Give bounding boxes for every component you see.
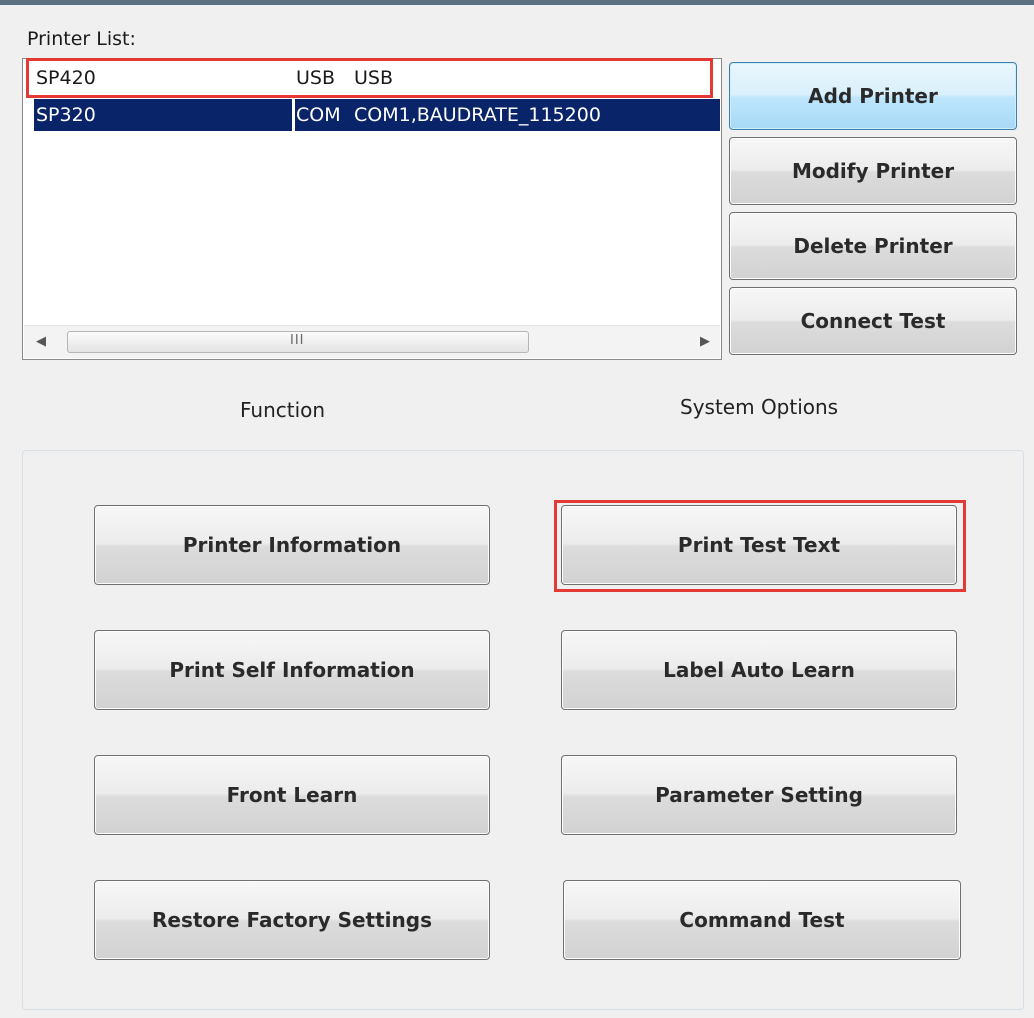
function-caption: Function — [240, 398, 326, 422]
column-separator — [292, 99, 295, 131]
printer-row-sp320[interactable]: SP320 COM COM1,BAUDRATE_115200 — [34, 99, 720, 131]
printer-list-label: Printer List: — [27, 28, 136, 50]
printer-information-button[interactable]: Printer Information — [94, 505, 490, 585]
restore-factory-settings-button[interactable]: Restore Factory Settings — [94, 880, 490, 960]
connect-test-button[interactable]: Connect Test — [729, 287, 1017, 355]
add-printer-button[interactable]: Add Printer — [729, 62, 1017, 130]
front-learn-button[interactable]: Front Learn — [94, 755, 490, 835]
highlight-frame-print-test-text — [554, 500, 966, 592]
printer-name: SP320 — [36, 104, 96, 126]
label-auto-learn-button[interactable]: Label Auto Learn — [561, 630, 957, 710]
scrollbar-grip-icon: III — [290, 333, 305, 348]
printer-port: COM1,BAUDRATE_115200 — [354, 104, 601, 126]
scroll-right-icon[interactable]: ▶ — [700, 334, 710, 349]
command-test-button[interactable]: Command Test — [563, 880, 961, 960]
scroll-left-icon[interactable]: ◀ — [36, 334, 46, 349]
highlight-frame-sp420 — [26, 58, 713, 98]
horizontal-scrollbar[interactable]: ◀ III ▶ — [24, 325, 720, 358]
parameter-setting-button[interactable]: Parameter Setting — [561, 755, 957, 835]
printer-type: COM — [296, 104, 341, 126]
printer-list[interactable]: SP420 USB USB SP320 COM COM1,BAUDRATE_11… — [22, 58, 722, 360]
scrollbar-thumb[interactable]: III — [67, 331, 529, 353]
system-options-caption: System Options — [680, 395, 839, 419]
print-self-information-button[interactable]: Print Self Information — [94, 630, 490, 710]
modify-printer-button[interactable]: Modify Printer — [729, 137, 1017, 205]
delete-printer-button[interactable]: Delete Printer — [729, 212, 1017, 280]
window-top-border — [0, 0, 1034, 5]
